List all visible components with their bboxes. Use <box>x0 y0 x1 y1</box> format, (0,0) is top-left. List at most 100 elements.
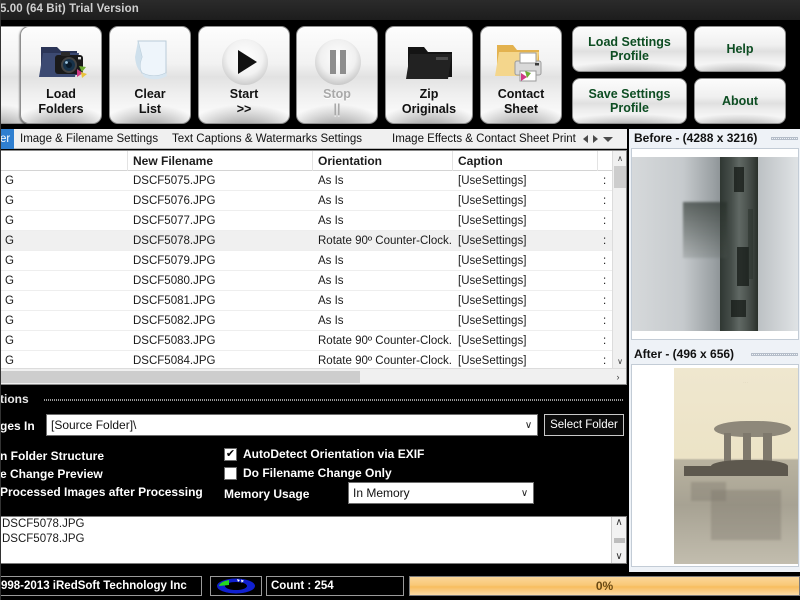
cell-original: G <box>5 355 14 367</box>
cell-new-filename: DSCF5082.JPG <box>133 315 216 327</box>
log-scroll-thumb[interactable] <box>613 537 625 543</box>
horizontal-scroll-thumb[interactable] <box>0 371 360 383</box>
keep-folder-structure-label[interactable]: n Folder Structure <box>0 449 104 463</box>
select-folder-button[interactable]: Select Folder <box>544 414 624 436</box>
autodetect-orientation-checkbox[interactable]: ✔ AutoDetect Orientation via EXIF <box>224 447 424 461</box>
toolbar-button-label: Zip Originals <box>401 87 457 116</box>
file-list-vertical-scrollbar[interactable]: ∧ ∨ <box>612 151 626 368</box>
after-title-divider <box>751 353 798 356</box>
tab-text-captions-watermarks[interactable]: Text Captions & Watermarks Settings <box>172 129 362 149</box>
about-button[interactable]: About <box>694 78 786 124</box>
tab-list-dropdown-icon[interactable] <box>603 136 613 142</box>
table-row[interactable]: G DSCF5077.JPG As Is [UseSettings]: <box>0 211 626 231</box>
cell-new-filename: DSCF5080.JPG <box>133 275 216 287</box>
cell-caption: [UseSettings] <box>458 195 527 207</box>
scroll-right-icon[interactable]: › <box>610 369 626 385</box>
column-header-orientation[interactable]: Orientation <box>313 151 453 171</box>
cell-original: G <box>5 175 14 187</box>
scroll-down-icon[interactable]: ∨ <box>613 354 627 368</box>
table-row[interactable]: G DSCF5084.JPG Rotate 90º Counter-Clock...… <box>0 351 626 368</box>
progress-label: 0% <box>595 579 614 593</box>
table-row[interactable]: G DSCF5083.JPG Rotate 90º Counter-Clock...… <box>0 331 626 351</box>
save-images-in-combo[interactable]: [Source Folder]\ ∨ <box>46 414 538 436</box>
before-title-divider <box>771 137 798 140</box>
before-preview-frame[interactable] <box>631 148 799 340</box>
cell-extra: : <box>603 195 607 207</box>
table-row[interactable]: G DSCF5078.JPG Rotate 90º Counter-Clock...… <box>0 231 626 251</box>
help-button[interactable]: Help <box>694 26 786 72</box>
save-images-in-label: ges In <box>0 419 35 433</box>
toolbar-button-clear-list[interactable]: Clear List <box>109 26 191 124</box>
chevron-down-icon[interactable]: ∨ <box>516 483 533 503</box>
cell-new-filename: DSCF5078.JPG <box>133 235 216 247</box>
about-label: About <box>721 94 759 108</box>
file-list[interactable]: New Filename Orientation Caption G DSCF50… <box>0 150 627 385</box>
copyright-text: 998-2013 iRedSoft Technology Inc <box>0 576 202 596</box>
play-icon <box>199 35 289 87</box>
scroll-up-icon[interactable]: ∧ <box>613 151 627 165</box>
cell-orientation: As Is <box>318 215 344 227</box>
file-list-rows[interactable]: G DSCF5075.JPG As Is [UseSettings]: G DSCF507… <box>0 171 626 368</box>
cell-orientation: As Is <box>318 195 344 207</box>
table-row[interactable]: G DSCF5079.JPG As Is [UseSettings]: <box>0 251 626 271</box>
vertical-scroll-thumb[interactable] <box>614 166 626 188</box>
page-icon <box>110 35 190 87</box>
cell-caption: [UseSettings] <box>458 255 527 267</box>
filename-change-preview-label[interactable]: e Change Preview <box>0 467 103 481</box>
load-settings-profile-label-2: Profile <box>610 49 649 63</box>
cell-original: G <box>5 295 14 307</box>
table-row[interactable]: G DSCF5081.JPG As Is [UseSettings]: <box>0 291 626 311</box>
column-header-caption[interactable]: Caption <box>453 151 598 171</box>
cell-orientation: Rotate 90º Counter-Clock... <box>318 355 453 367</box>
table-row[interactable]: G DSCF5080.JPG As Is [UseSettings]: <box>0 271 626 291</box>
folder-icon <box>386 35 472 87</box>
memory-usage-value: In Memory <box>353 486 410 500</box>
log-vertical-scrollbar[interactable]: ∧ ∨ <box>611 517 626 563</box>
count-status: Count : 254 <box>266 576 404 596</box>
cell-caption: [UseSettings] <box>458 275 527 287</box>
cell-orientation: As Is <box>318 295 344 307</box>
do-filename-change-only-checkbox[interactable]: Do Filename Change Only <box>224 466 392 480</box>
column-header-new-filename[interactable]: New Filename <box>128 151 313 171</box>
toolbar-button-start[interactable]: Start >> <box>198 26 290 124</box>
before-preview-section: Before - (4288 x 3216) <box>629 129 800 343</box>
scroll-down-icon[interactable]: ∨ <box>615 551 622 563</box>
tab-folder[interactable]: er <box>0 129 15 149</box>
settings-tab-bar: er Image & Filename Settings Text Captio… <box>0 129 627 149</box>
save-settings-profile-button[interactable]: Save Settings Profile <box>572 78 687 124</box>
before-preview-image <box>632 157 798 331</box>
prev-tab-arrow-icon[interactable] <box>583 135 588 143</box>
chevron-down-icon[interactable]: ∨ <box>520 415 537 435</box>
memory-usage-label: Memory Usage <box>224 487 310 501</box>
open-processed-images-label[interactable]: Processed Images after Processing <box>0 485 203 499</box>
next-tab-arrow-icon[interactable] <box>593 135 598 143</box>
tab-image-filename-settings[interactable]: Image & Filename Settings <box>20 129 158 149</box>
load-settings-profile-button[interactable]: Load Settings Profile <box>572 26 687 72</box>
tab-image-effects-contact-sheet-label: Image Effects & Contact Sheet Print <box>392 133 576 145</box>
tab-image-effects-contact-sheet[interactable]: Image Effects & Contact Sheet Print <box>392 129 576 149</box>
toolbar-button-stop[interactable]: Stop || <box>296 26 378 124</box>
toolbar-button-label: Start >> <box>229 87 259 116</box>
column-header-original[interactable] <box>0 151 128 171</box>
toolbar-button-contact-sheet[interactable]: Contact Sheet <box>480 26 562 124</box>
file-list-header: New Filename Orientation Caption <box>0 151 626 171</box>
cell-extra: : <box>603 215 607 227</box>
toolbar-button-label: Stop || <box>323 87 351 116</box>
table-row[interactable]: G DSCF5076.JPG As Is [UseSettings]: <box>0 191 626 211</box>
after-preview-frame[interactable]: . . . <box>631 364 799 567</box>
log-line: DSCF5078.JPG <box>2 533 85 545</box>
table-row[interactable]: G DSCF5075.JPG As Is [UseSettings]: <box>0 171 626 191</box>
tab-text-captions-watermarks-label: Text Captions & Watermarks Settings <box>172 133 363 145</box>
folder-printer-icon <box>481 35 561 87</box>
toolbar-button-load-folders[interactable]: Load Folders <box>20 26 102 124</box>
scroll-up-icon[interactable]: ∧ <box>615 517 622 529</box>
toolbar-button-zip-originals[interactable]: Zip Originals <box>385 26 473 124</box>
options-group-divider <box>44 399 623 401</box>
file-list-horizontal-scrollbar[interactable]: › <box>0 368 626 384</box>
cell-orientation: Rotate 90º Counter-Clock... <box>318 235 453 247</box>
log-output[interactable]: DSCF5078.JPG DSCF5078.JPG ∧ ∨ <box>0 516 627 564</box>
memory-usage-combo[interactable]: In Memory ∨ <box>348 482 534 504</box>
table-row[interactable]: G DSCF5082.JPG As Is [UseSettings]: <box>0 311 626 331</box>
cell-original: G <box>5 275 14 287</box>
cell-extra: : <box>603 235 607 247</box>
